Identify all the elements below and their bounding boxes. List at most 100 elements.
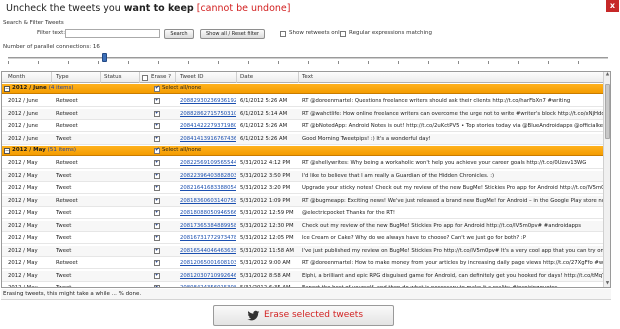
filter-text-input[interactable] bbox=[65, 29, 160, 38]
twitter-bird-icon bbox=[247, 310, 260, 321]
scroll-down-icon[interactable]: ▼ bbox=[604, 281, 610, 287]
regex-checkbox[interactable] bbox=[340, 31, 346, 37]
row-erase-checkbox[interactable] bbox=[154, 222, 160, 229]
col-divider bbox=[298, 72, 299, 83]
group-header[interactable]: −2012 / June (4 items) Select all/none bbox=[2, 84, 604, 94]
row-tweet-id-link[interactable]: 208120650016081032 bbox=[180, 260, 236, 266]
scrollbar-thumb[interactable] bbox=[605, 84, 610, 139]
row-erase-checkbox[interactable] bbox=[154, 247, 160, 254]
col-type[interactable]: Type bbox=[56, 74, 69, 80]
row-type: Retweet bbox=[56, 260, 78, 266]
table-row[interactable]: 2012 / May Tweet 208120307109926464 5/31/20… bbox=[2, 270, 604, 282]
row-month: 2012 / May bbox=[8, 172, 38, 179]
row-tweet-id-link[interactable]: 208414139167674368 bbox=[180, 136, 236, 142]
row-erase-checkbox[interactable] bbox=[154, 98, 160, 104]
col-month[interactable]: Month bbox=[8, 74, 25, 80]
row-text: @electricpocket Thanks for the RT! bbox=[302, 210, 395, 216]
row-type: Tweet bbox=[56, 272, 72, 279]
row-tweet-id-link[interactable]: 208223964038828034 bbox=[180, 173, 236, 179]
col-divider bbox=[175, 72, 176, 83]
col-divider bbox=[100, 72, 101, 83]
row-erase-checkbox[interactable] bbox=[154, 235, 160, 241]
row-type: Retweet bbox=[56, 110, 78, 117]
erase-selected-label: Erase selected tweets bbox=[264, 310, 364, 320]
show-all-reset-button[interactable]: Show all / Reset filter bbox=[200, 29, 265, 39]
col-divider bbox=[139, 72, 140, 83]
row-erase-checkbox[interactable] bbox=[154, 210, 160, 216]
row-erase-checkbox[interactable] bbox=[154, 135, 160, 142]
row-type: Retweet bbox=[56, 160, 78, 166]
row-type: Tweet bbox=[56, 222, 72, 229]
group-select-all-checkbox[interactable] bbox=[154, 85, 160, 92]
table-row[interactable]: 2012 / May Tweet 208167317729734784 5/31/20… bbox=[2, 233, 604, 244]
table-row[interactable]: 2012 / May Tweet 208084243560153088 5/31/20… bbox=[2, 283, 604, 287]
row-tweet-id-link[interactable]: 208173653848899584 bbox=[180, 223, 236, 229]
row-erase-checkbox[interactable] bbox=[154, 272, 160, 279]
group-select-all-checkbox[interactable] bbox=[154, 147, 160, 154]
row-tweet-id-link[interactable]: 208225691095655443 bbox=[180, 160, 236, 166]
row-text: Elphi, a brilliant and epic RPG disguise… bbox=[302, 272, 604, 279]
parallel-connections-slider[interactable] bbox=[8, 57, 608, 59]
row-type: Retweet bbox=[56, 197, 78, 204]
row-erase-checkbox[interactable] bbox=[154, 185, 160, 191]
row-tweet-id-link[interactable]: 208084243560153088 bbox=[180, 285, 236, 287]
show-retweets-checkbox[interactable] bbox=[280, 31, 286, 37]
col-status[interactable]: Status bbox=[104, 74, 122, 80]
collapse-icon[interactable]: − bbox=[4, 148, 10, 154]
table-row[interactable]: 2012 / June Retweet 208414222793719808 6/1/… bbox=[2, 121, 604, 132]
col-date[interactable]: Date bbox=[240, 74, 253, 80]
close-button[interactable]: x bbox=[606, 0, 619, 12]
table-row[interactable]: 2012 / June Retweet 208828627157503107 6/1/… bbox=[2, 108, 604, 120]
row-type: Retweet bbox=[56, 98, 78, 104]
table-row[interactable]: 2012 / May Tweet 208165440464636352 5/31/20… bbox=[2, 245, 604, 257]
row-erase-checkbox[interactable] bbox=[154, 160, 160, 166]
collapse-icon[interactable]: − bbox=[4, 86, 10, 92]
group-title: 2012 / June bbox=[12, 85, 47, 91]
row-tweet-id-link[interactable]: 208120307109926464 bbox=[180, 273, 236, 279]
row-type: Tweet bbox=[56, 185, 72, 191]
page-title: Uncheck the tweets you want to keep [can… bbox=[6, 3, 290, 14]
row-date: 5/31/2012 3:50 PM bbox=[240, 172, 291, 179]
row-erase-checkbox[interactable] bbox=[154, 110, 160, 117]
scroll-up-icon[interactable]: ▲ bbox=[604, 72, 610, 78]
row-tweet-id-link[interactable]: 208183606031407584 bbox=[180, 198, 236, 204]
row-tweet-id-link[interactable]: 208216416833880544 bbox=[180, 185, 236, 191]
table-row[interactable]: 2012 / May Tweet 208216416833880544 5/31/20… bbox=[2, 183, 604, 194]
row-month: 2012 / May bbox=[8, 235, 38, 241]
table-row[interactable]: 2012 / May Tweet 208180880509465664 5/31/20… bbox=[2, 208, 604, 219]
row-type: Tweet bbox=[56, 172, 72, 179]
vertical-scrollbar[interactable]: ▲ ▼ bbox=[603, 72, 610, 287]
group-header[interactable]: −2012 / May (51 items) Select all/none bbox=[2, 146, 604, 156]
search-button[interactable]: Search bbox=[164, 29, 194, 39]
row-text: Check out my review of the new BugMe! St… bbox=[302, 222, 582, 229]
table-row[interactable]: 2012 / May Retweet 208183606031407584 5/31/… bbox=[2, 195, 604, 207]
group-label: 2012 / May (51 items) bbox=[12, 147, 76, 153]
row-erase-checkbox[interactable] bbox=[154, 123, 160, 129]
table-row[interactable]: 2012 / June Tweet 208414139167674368 6/1/20… bbox=[2, 133, 604, 145]
row-tweet-id-link[interactable]: 208180880509465664 bbox=[180, 210, 236, 216]
row-tweet-id-link[interactable]: 208829302369361920 bbox=[180, 98, 236, 104]
row-tweet-id-link[interactable]: 208167317729734784 bbox=[180, 235, 236, 241]
row-erase-checkbox[interactable] bbox=[154, 172, 160, 179]
row-month: 2012 / May bbox=[8, 247, 38, 254]
col-text[interactable]: Text bbox=[302, 74, 313, 80]
table-row[interactable]: 2012 / May Tweet 208173653848899584 5/31/20… bbox=[2, 220, 604, 232]
slider-thumb[interactable] bbox=[102, 53, 107, 62]
row-tweet-id-link[interactable]: 208414222793719808 bbox=[180, 123, 236, 129]
row-erase-checkbox[interactable] bbox=[154, 285, 160, 287]
row-date: 5/31/2012 12:59 PM bbox=[240, 210, 294, 216]
erase-all-checkbox[interactable] bbox=[142, 75, 148, 81]
tweets-grid: Month Type Status Erase ? Tweet ID Date … bbox=[1, 71, 611, 288]
erase-selected-button[interactable]: Erase selected tweets bbox=[213, 305, 394, 326]
row-tweet-id-link[interactable]: 208828627157503107 bbox=[180, 111, 236, 117]
row-erase-checkbox[interactable] bbox=[154, 197, 160, 204]
col-erase[interactable]: Erase ? bbox=[151, 74, 171, 80]
row-text: RT @bNotedApp: Android Notes is out! htt… bbox=[302, 123, 604, 129]
row-tweet-id-link[interactable]: 208165440464636352 bbox=[180, 248, 236, 254]
table-row[interactable]: 2012 / May Tweet 208223964038828034 5/31/20… bbox=[2, 170, 604, 182]
col-tweet-id[interactable]: Tweet ID bbox=[180, 74, 203, 80]
table-row[interactable]: 2012 / May Retweet 208225691095655443 5/31/… bbox=[2, 158, 604, 169]
table-row[interactable]: 2012 / May Retweet 208120650016081032 5/31/… bbox=[2, 258, 604, 269]
row-erase-checkbox[interactable] bbox=[154, 260, 160, 266]
table-row[interactable]: 2012 / June Retweet 208829302369361920 6/1/… bbox=[2, 96, 604, 107]
